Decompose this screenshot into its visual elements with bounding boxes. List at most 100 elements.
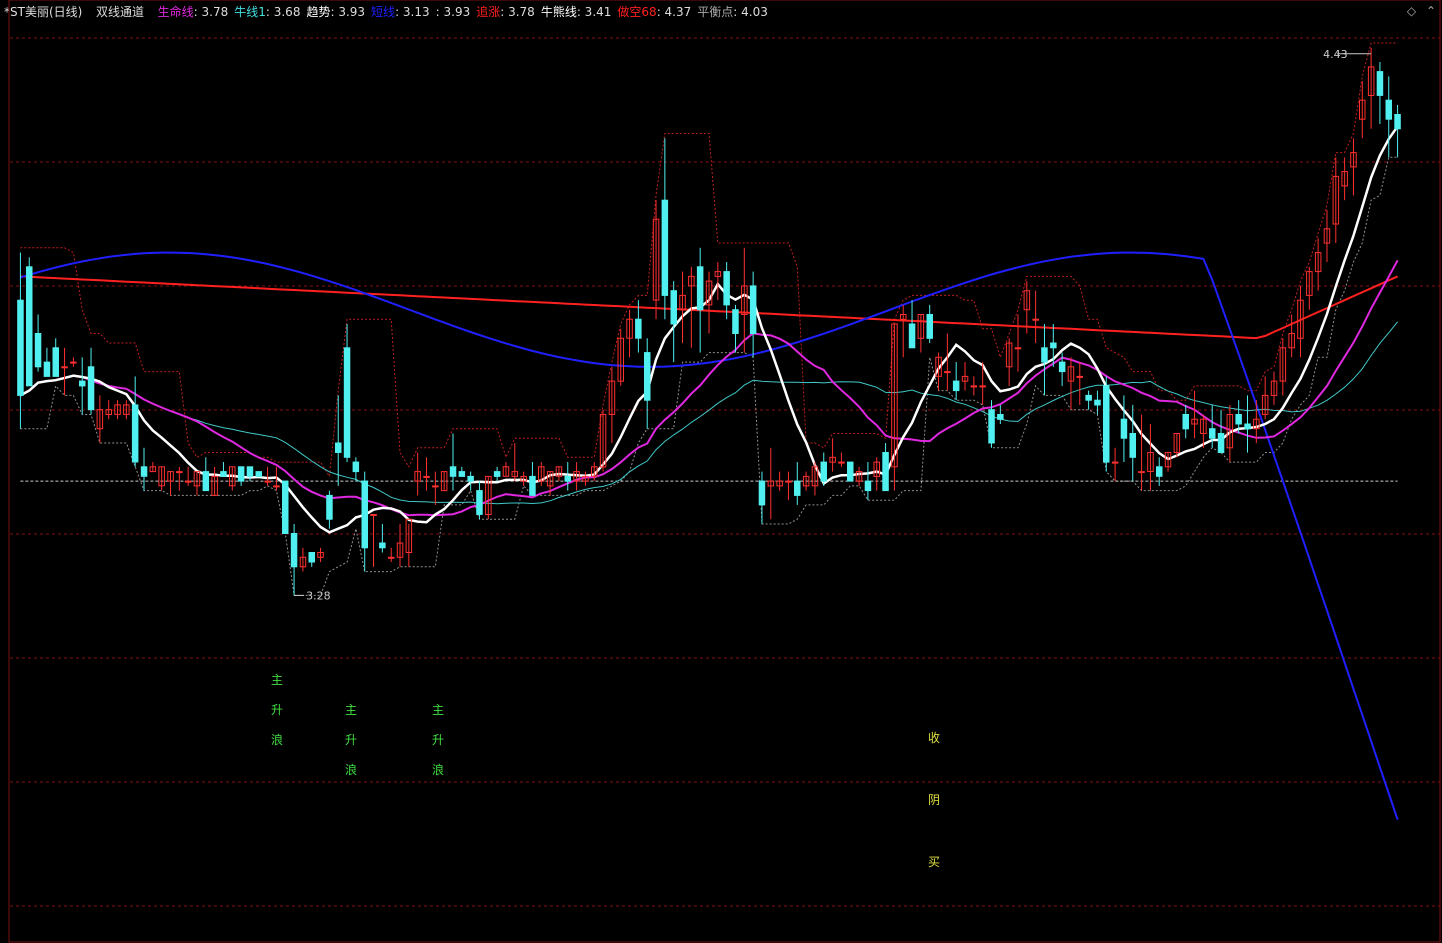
down-candle bbox=[732, 309, 739, 335]
low-marker-label: 3.28 bbox=[306, 589, 331, 602]
signal-annotation: 升 bbox=[345, 733, 358, 747]
up-candle bbox=[388, 556, 395, 559]
down-candle bbox=[882, 452, 889, 492]
signal-annotation: 升 bbox=[432, 733, 445, 747]
signal-annotation: 升 bbox=[271, 703, 284, 717]
down-candle bbox=[79, 380, 86, 387]
down-candle bbox=[1385, 99, 1392, 120]
down-candle bbox=[564, 475, 571, 482]
lower-band-line bbox=[20, 156, 1398, 596]
up-candle bbox=[423, 475, 430, 478]
signal-annotation: 浪 bbox=[432, 763, 445, 777]
down-candle bbox=[379, 542, 386, 549]
down-candle bbox=[908, 323, 916, 349]
down-candle bbox=[361, 480, 368, 549]
down-candle bbox=[255, 471, 262, 477]
down-candle bbox=[988, 409, 995, 444]
down-candle bbox=[1209, 428, 1216, 439]
down-candle bbox=[1235, 414, 1242, 425]
up-candle bbox=[432, 485, 439, 488]
down-candle bbox=[847, 461, 854, 482]
signal-annotation: 浪 bbox=[271, 733, 284, 747]
down-candle bbox=[352, 461, 360, 473]
down-candle bbox=[670, 290, 677, 325]
down-candle bbox=[1094, 399, 1101, 406]
up-candle bbox=[70, 361, 77, 364]
down-candle bbox=[1085, 394, 1092, 401]
signal-annotation: 浪 bbox=[345, 763, 358, 777]
down-candle bbox=[1376, 71, 1384, 96]
down-candle bbox=[864, 480, 872, 492]
down-candle bbox=[43, 361, 51, 377]
down-candle bbox=[202, 471, 210, 492]
down-candle bbox=[1129, 433, 1136, 458]
down-candle bbox=[52, 347, 59, 377]
up-candle bbox=[944, 371, 951, 374]
down-candle bbox=[458, 471, 466, 477]
down-candle bbox=[237, 466, 245, 482]
up-candle bbox=[61, 366, 68, 369]
down-candle bbox=[449, 466, 457, 477]
up-candle bbox=[1138, 471, 1145, 474]
signal-annotation: 收 bbox=[928, 731, 941, 745]
down-candle bbox=[1103, 385, 1110, 463]
down-candle bbox=[1394, 114, 1401, 130]
up-candle bbox=[264, 480, 271, 483]
up-candle bbox=[176, 471, 183, 474]
up-candle bbox=[785, 480, 792, 483]
signal-annotation: 主 bbox=[345, 703, 358, 717]
down-candle bbox=[820, 461, 827, 482]
up-candle bbox=[370, 514, 377, 516]
signal-annotation: 主 bbox=[432, 703, 445, 717]
down-candle bbox=[696, 266, 704, 311]
down-candle bbox=[1217, 433, 1225, 453]
up-candle bbox=[273, 485, 280, 488]
short-line bbox=[20, 251, 1399, 820]
signal-annotation: 主 bbox=[271, 673, 284, 687]
up-candle bbox=[970, 385, 978, 388]
down-candle bbox=[467, 475, 474, 482]
down-candle bbox=[758, 480, 766, 506]
up-candle bbox=[1076, 375, 1083, 378]
down-candle bbox=[1050, 342, 1057, 349]
down-candle bbox=[723, 271, 730, 306]
down-candle bbox=[493, 471, 501, 477]
upper-band-line bbox=[20, 42, 1398, 478]
high-marker-label: 4.43 bbox=[1323, 48, 1348, 61]
down-candle bbox=[1244, 423, 1251, 430]
down-candle bbox=[290, 533, 298, 568]
down-candle bbox=[926, 314, 933, 339]
signal-annotation: 阴 bbox=[928, 793, 941, 807]
down-candle bbox=[635, 318, 642, 339]
up-candle bbox=[1014, 347, 1022, 350]
down-candle bbox=[476, 490, 483, 515]
down-candle bbox=[529, 475, 536, 496]
down-candle bbox=[997, 414, 1004, 420]
down-candle bbox=[794, 480, 801, 496]
up-candle bbox=[1111, 461, 1119, 464]
down-candle bbox=[26, 266, 33, 387]
up-candle bbox=[1032, 318, 1039, 321]
down-candle bbox=[1156, 466, 1163, 477]
up-candle bbox=[979, 385, 986, 388]
candlestick-chart[interactable]: 4.43 3.28 bbox=[0, 0, 1442, 943]
down-candle bbox=[131, 404, 139, 463]
down-candle bbox=[140, 466, 148, 477]
down-candle bbox=[749, 285, 757, 334]
down-candle bbox=[34, 333, 42, 368]
down-candle bbox=[220, 471, 227, 477]
down-candle bbox=[1120, 418, 1128, 439]
down-candle bbox=[1058, 361, 1066, 373]
up-candle bbox=[838, 461, 845, 464]
down-candle bbox=[308, 552, 315, 563]
down-candle bbox=[644, 352, 651, 401]
down-candle bbox=[335, 442, 342, 453]
signal-annotation: 买 bbox=[928, 855, 941, 869]
down-candle bbox=[282, 480, 289, 535]
down-candle bbox=[87, 366, 95, 411]
down-candle bbox=[661, 199, 669, 296]
down-candle bbox=[952, 380, 960, 392]
down-candle bbox=[246, 466, 254, 477]
down-candle bbox=[326, 494, 333, 520]
up-candle bbox=[184, 480, 192, 483]
